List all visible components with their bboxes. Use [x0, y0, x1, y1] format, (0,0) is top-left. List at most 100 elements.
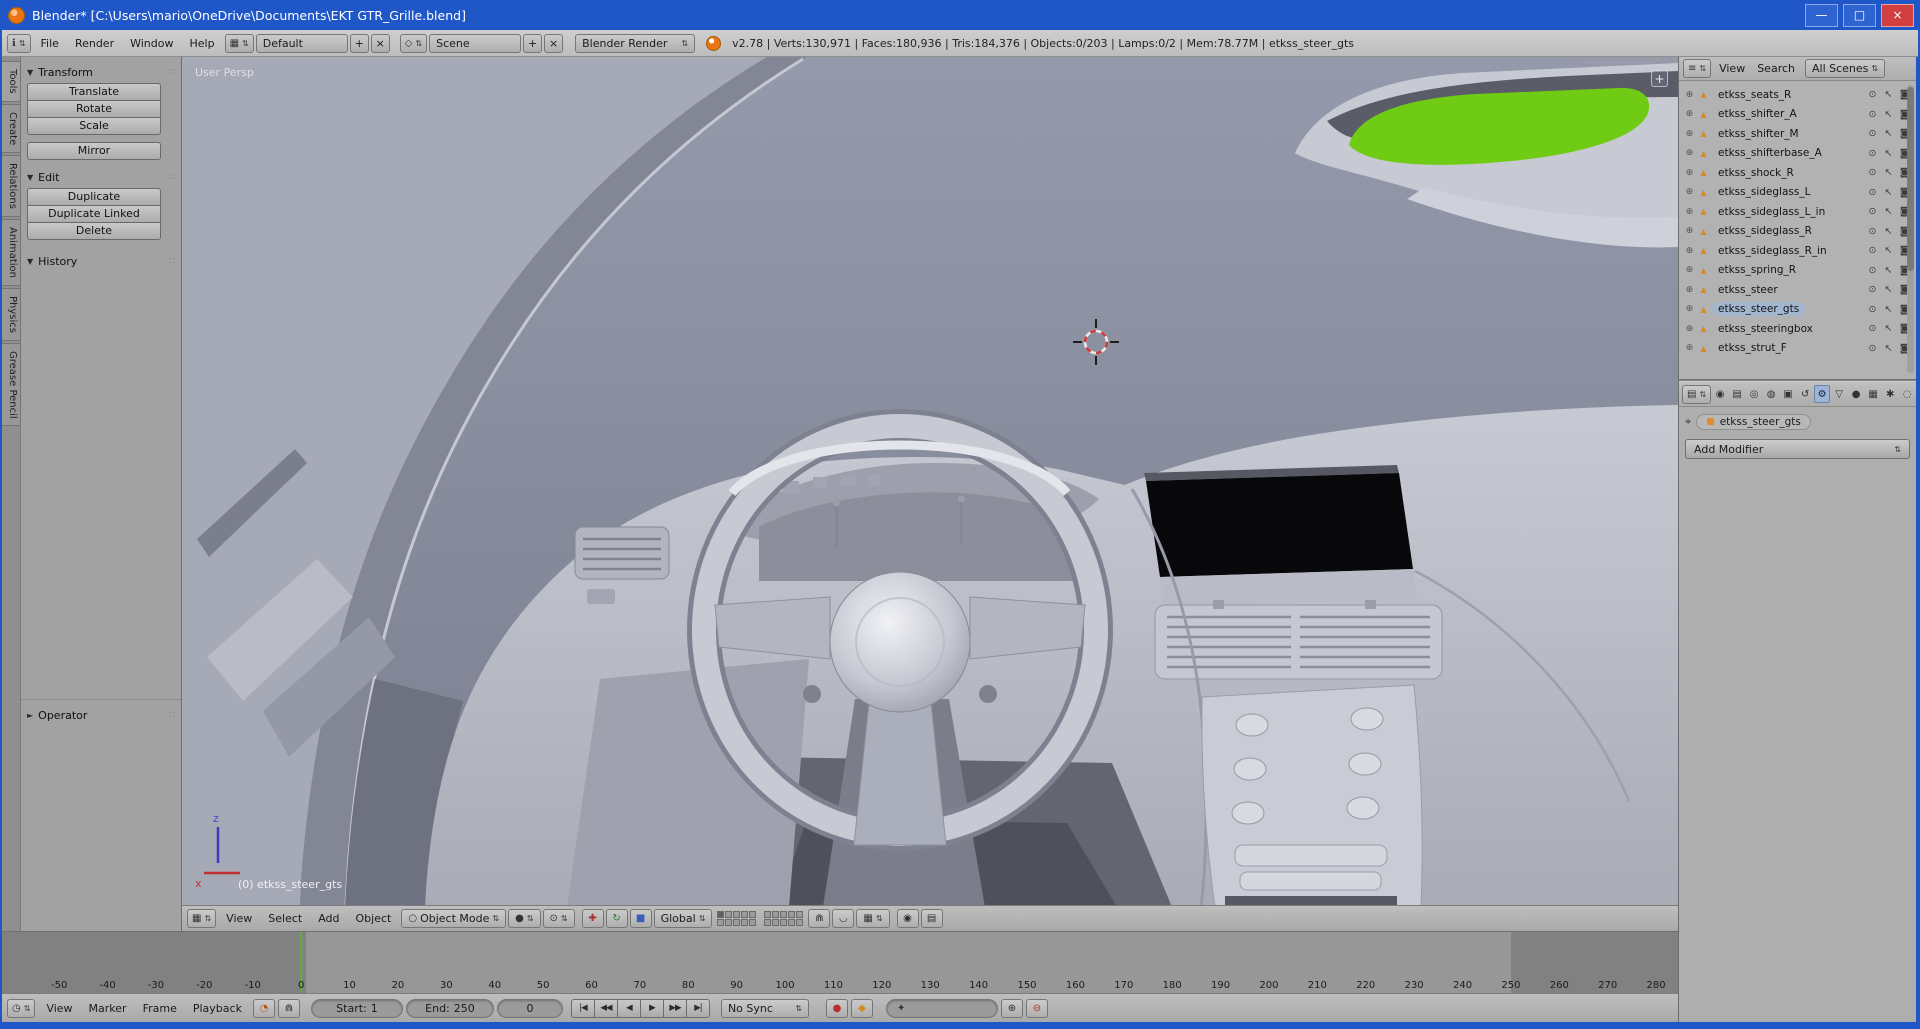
expand-icon[interactable]: ⊕: [1684, 129, 1695, 139]
current-frame-field[interactable]: 0: [496, 998, 563, 1018]
outliner-scrollbar[interactable]: [1907, 85, 1914, 373]
expand-icon[interactable]: ⊕: [1684, 226, 1695, 236]
playback-button[interactable]: ◀◀: [593, 998, 618, 1018]
end-frame-field[interactable]: End: 250: [405, 998, 494, 1018]
playback-button[interactable]: ▶: [639, 998, 664, 1018]
opengl-render-button[interactable]: ◉: [896, 909, 919, 928]
selectability-cursor-icon[interactable]: ↖: [1882, 265, 1895, 276]
layer-toggle[interactable]: [788, 911, 796, 918]
layer-toggle[interactable]: [741, 911, 749, 918]
outliner-row[interactable]: ⊕ ▲ etkss_shifter_A ⊙ ↖ ◙: [1681, 105, 1914, 125]
visibility-eye-icon[interactable]: ⊙: [1866, 265, 1879, 276]
start-frame-field[interactable]: Start: 1: [310, 998, 403, 1018]
outliner-row[interactable]: ⊕ ▲ etkss_seats_R ⊙ ↖ ◙: [1681, 85, 1914, 105]
close-button[interactable]: ×: [1881, 3, 1914, 27]
delete-keyframe-button[interactable]: ⊖: [1025, 998, 1048, 1018]
layer-toggle[interactable]: [796, 919, 804, 926]
playback-button[interactable]: |◀: [570, 998, 595, 1018]
manipulator-rotate-button[interactable]: ↻: [605, 909, 628, 928]
layer-toggle[interactable]: [717, 919, 725, 926]
visibility-eye-icon[interactable]: ⊙: [1866, 245, 1879, 256]
expand-icon[interactable]: ⊕: [1684, 90, 1695, 100]
selectability-cursor-icon[interactable]: ↖: [1882, 206, 1895, 217]
visibility-eye-icon[interactable]: ⊙: [1866, 187, 1879, 198]
transform-panel-header[interactable]: ▼ Transform ∷: [25, 61, 177, 83]
edit-panel-header[interactable]: ▼ Edit ∷: [25, 166, 177, 188]
visibility-eye-icon[interactable]: ⊙: [1866, 226, 1879, 237]
tool-button[interactable]: Mirror: [27, 142, 161, 160]
tool-shelf-tab[interactable]: Grease Pencil: [2, 342, 21, 427]
selectability-cursor-icon[interactable]: ↖: [1882, 226, 1895, 237]
outliner-row[interactable]: ⊕ ▲ etkss_spring_R ⊙ ↖ ◙: [1681, 261, 1914, 281]
viewport-shading-dropdown[interactable]: ● ⇅: [508, 909, 541, 928]
layer-toggle[interactable]: [764, 919, 772, 926]
object-name[interactable]: etkss_sideglass_R_in: [1712, 244, 1833, 258]
scene-name-field[interactable]: Scene: [429, 33, 522, 53]
menu-item[interactable]: View: [1713, 59, 1751, 78]
outliner-row[interactable]: ⊕ ▲ etkss_shifterbase_A ⊙ ↖ ◙: [1681, 144, 1914, 164]
browse-scenes-button[interactable]: ◇ ⇅: [399, 33, 428, 53]
layer-toggle[interactable]: [772, 911, 780, 918]
menu-item[interactable]: Marker: [81, 998, 135, 1019]
selectability-cursor-icon[interactable]: ↖: [1882, 167, 1895, 178]
layer-toggle[interactable]: [749, 919, 757, 926]
outliner-row[interactable]: ⊕ ▲ etkss_shifter_M ⊙ ↖ ◙: [1681, 124, 1914, 144]
expand-icon[interactable]: ⊕: [1684, 148, 1695, 158]
use-preview-range-button[interactable]: ◔: [252, 998, 275, 1018]
menu-item[interactable]: Playback: [185, 998, 250, 1019]
visibility-eye-icon[interactable]: ⊙: [1866, 304, 1879, 315]
lock-time-cursor-button[interactable]: ⋒: [277, 998, 300, 1018]
object-name[interactable]: etkss_spring_R: [1712, 263, 1802, 277]
layer-toggle[interactable]: [741, 919, 749, 926]
layer-toggle[interactable]: [733, 919, 741, 926]
selectability-cursor-icon[interactable]: ↖: [1882, 343, 1895, 354]
expand-icon[interactable]: ⊕: [1684, 168, 1695, 178]
layer-toggle[interactable]: [788, 919, 796, 926]
selectability-cursor-icon[interactable]: ↖: [1882, 323, 1895, 334]
menu-item[interactable]: Object: [348, 908, 400, 929]
properties-tab-icon[interactable]: ▤: [1729, 385, 1745, 403]
tool-button[interactable]: Delete: [27, 222, 161, 240]
object-name[interactable]: etkss_sideglass_L_in: [1712, 205, 1831, 219]
layout-name-field[interactable]: Default: [255, 33, 348, 53]
properties-tab-icon[interactable]: ◍: [1763, 385, 1779, 403]
expand-icon[interactable]: ⊕: [1684, 265, 1695, 275]
expand-icon[interactable]: ⊕: [1684, 324, 1695, 334]
expand-icon[interactable]: ⊕: [1684, 285, 1695, 295]
properties-tab-icon[interactable]: ◌: [1899, 385, 1915, 403]
menu-item[interactable]: View: [218, 908, 260, 929]
properties-tab-icon[interactable]: ▦: [1865, 385, 1881, 403]
editor-type-button[interactable]: ▦ ⇅: [187, 909, 217, 928]
outliner-row[interactable]: ⊕ ▲ etkss_steeringbox ⊙ ↖ ◙: [1681, 319, 1914, 339]
editor-type-button[interactable]: ≡ ⇅: [1683, 59, 1712, 78]
browse-layouts-button[interactable]: ▦ ⇅: [224, 33, 254, 53]
outliner-row[interactable]: ⊕ ▲ etkss_steer_gts ⊙ ↖ ◙: [1681, 300, 1914, 320]
outliner-row[interactable]: ⊕ ▲ etkss_shock_R ⊙ ↖ ◙: [1681, 163, 1914, 183]
layer-toggle[interactable]: [780, 919, 788, 926]
outliner-row[interactable]: ⊕ ▲ etkss_strut_F ⊙ ↖ ◙: [1681, 339, 1914, 359]
tool-shelf-tab[interactable]: Physics: [2, 287, 21, 341]
outliner-row[interactable]: ⊕ ▲ etkss_sideglass_R ⊙ ↖ ◙: [1681, 222, 1914, 242]
properties-tab-icon[interactable]: ↺: [1797, 385, 1813, 403]
visibility-eye-icon[interactable]: ⊙: [1866, 109, 1879, 120]
selectability-cursor-icon[interactable]: ↖: [1882, 89, 1895, 100]
properties-tab-icon[interactable]: ●: [1848, 385, 1864, 403]
selectability-cursor-icon[interactable]: ↖: [1882, 148, 1895, 159]
operator-panel-header[interactable]: ► Operator ∷: [25, 704, 177, 726]
object-name[interactable]: etkss_steer_gts: [1712, 302, 1806, 317]
snap-element-dropdown[interactable]: ▦ ⇅: [856, 909, 890, 928]
keying-set-field[interactable]: ✦: [885, 998, 998, 1018]
playback-button[interactable]: ▶▶: [662, 998, 687, 1018]
center-console[interactable]: [1201, 684, 1423, 905]
pin-icon[interactable]: ⌖: [1685, 415, 1691, 429]
layer-toggle[interactable]: [772, 919, 780, 926]
tool-shelf-tab[interactable]: Relations: [2, 154, 21, 217]
selectability-cursor-icon[interactable]: ↖: [1882, 128, 1895, 139]
add-scene-button[interactable]: +: [523, 33, 543, 53]
menu-item[interactable]: File: [33, 33, 67, 54]
panel-drag-icon[interactable]: ∷: [169, 710, 175, 721]
history-panel-header[interactable]: ▼ History ∷: [25, 250, 177, 272]
menu-item[interactable]: Render: [67, 33, 122, 54]
tool-shelf-tab[interactable]: Animation: [2, 218, 21, 286]
delete-scene-button[interactable]: ×: [544, 33, 564, 53]
